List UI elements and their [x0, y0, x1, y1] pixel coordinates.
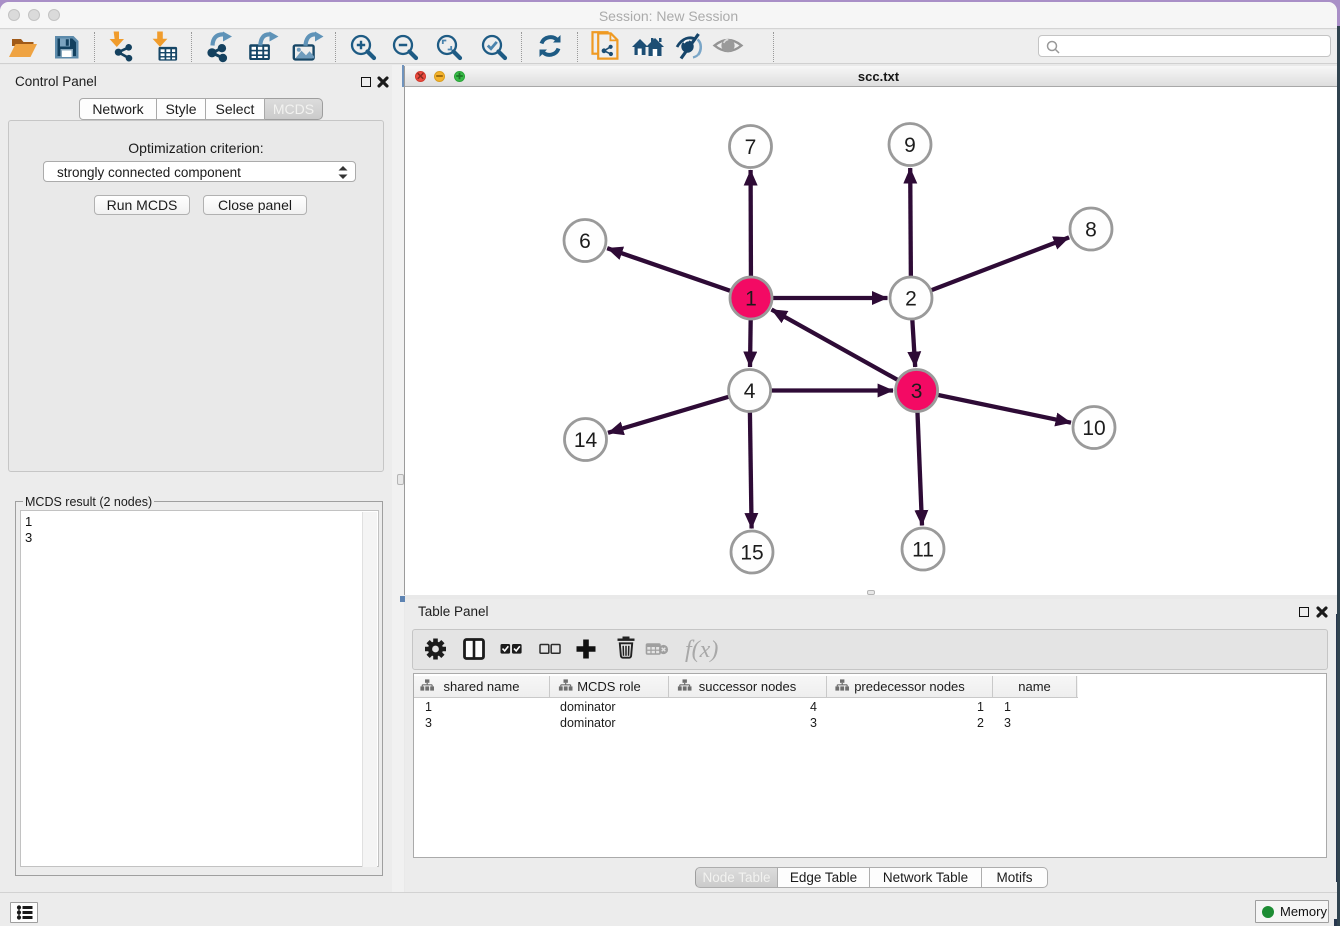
svg-text:6: 6 [579, 230, 591, 253]
svg-text:1: 1 [745, 288, 757, 311]
svg-text:15: 15 [740, 542, 763, 565]
svg-text:3: 3 [911, 380, 923, 403]
svg-text:11: 11 [912, 539, 934, 562]
svg-text:14: 14 [574, 429, 598, 452]
svg-text:f(x): f(x) [685, 637, 718, 663]
svg-text:7: 7 [745, 136, 757, 159]
svg-text:9: 9 [904, 134, 916, 157]
svg-text:4: 4 [744, 380, 756, 403]
svg-text:8: 8 [1085, 219, 1097, 242]
svg-text:2: 2 [905, 288, 917, 311]
svg-text:10: 10 [1082, 417, 1105, 440]
